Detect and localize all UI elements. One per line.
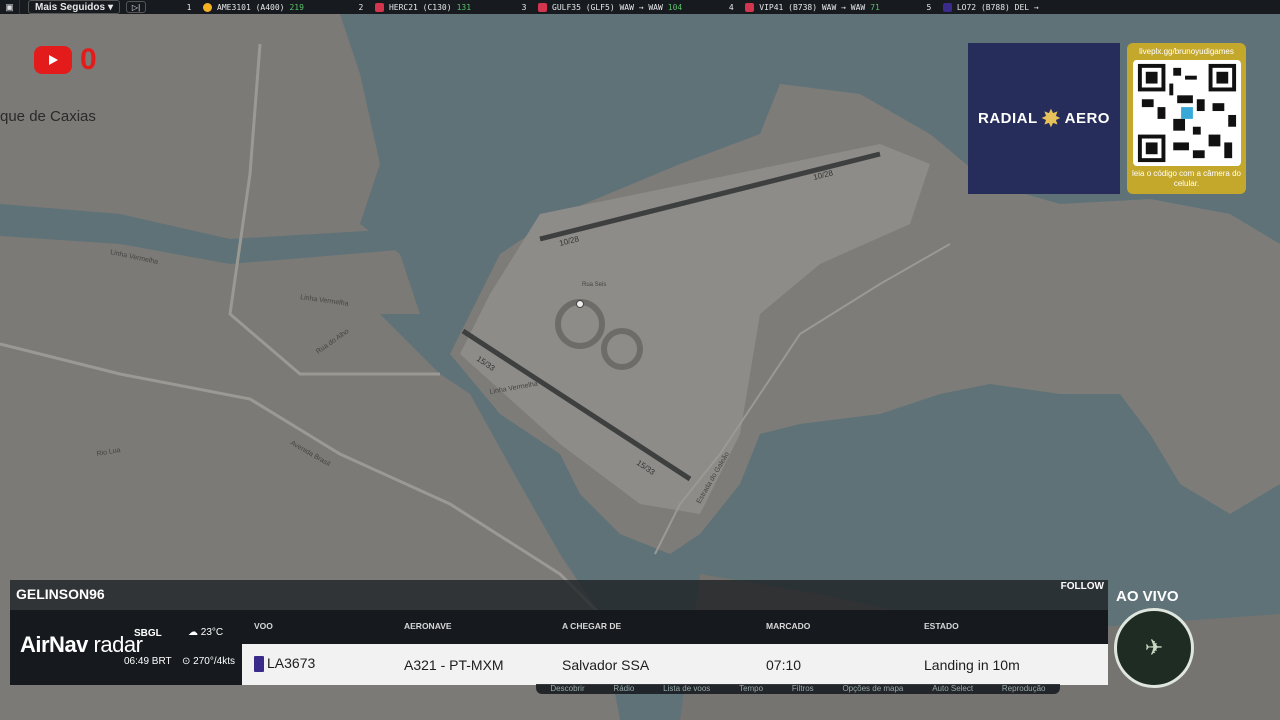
header-scheduled: MARCADO [766,621,811,631]
chevron-down-icon: ▾ [108,1,114,13]
airline-logo-icon [538,2,548,12]
airline-logo-icon [942,2,952,12]
followers-count: 71 [870,2,880,12]
callsign: HERC21 (C130) [388,2,452,12]
youtube-count: 0 [80,43,97,76]
youtube-icon [34,46,72,74]
qr-url: liveplx.gg/brunoyudigames [1139,47,1234,56]
flight-cell: LA3673 [254,655,316,673]
brand-name: AirNav [20,632,88,657]
ticker-flight-3[interactable]: 3 GULF35 (GLF5) WAW → WAW 104 [515,2,683,12]
top-ticker-bar: ▣ Mais Seguidos ▾ ▷| 1 AME3101 (A400) 21… [0,0,1280,14]
menu-item-flight-list[interactable]: Lista de voos [663,684,710,694]
followers-count: 219 [289,2,304,12]
compass-star-icon: ✸ [1041,105,1061,131]
header-status: ESTADO [924,621,959,631]
flight-board: AirNav radar SBGL 06:49 BRT ☁ 23°C ⊙ 270… [10,610,1108,685]
airline-logo-icon [745,2,755,12]
youtube-counter: 0 [34,43,97,77]
airnav-radar-logo: AirNav radar [20,632,143,658]
status-cell: Landing in 10m [924,657,1020,673]
sponsor-word-left: RADIAL [978,110,1038,127]
wind: ⊙ 270°/4kts [182,656,235,667]
qr-code-icon [1132,60,1241,166]
radar-menu-strip: Descobrir Rádio Lista de voos Tempo Filt… [536,684,1060,694]
rank: 4 [728,2,734,12]
rank: 2 [358,2,364,12]
followers-count: 131 [456,2,472,12]
menu-item-radio[interactable]: Rádio [613,684,634,694]
follow-button[interactable]: FOLLOW [1061,581,1104,592]
username-bar: GELINSON96 FOLLOW [10,580,1108,610]
ticker-flight-4[interactable]: 4 VIP41 (B738) WAW → WAW 71 [722,2,880,12]
airport-code: SBGL [134,628,162,639]
menu-item-playback[interactable]: Reprodução [1002,684,1046,694]
header-origin: A CHEGAR DE [562,621,622,631]
cloud-icon: ☁ [188,627,198,638]
callsign: VIP41 (B738) WAW → WAW [759,2,866,12]
ticker-flight-2[interactable]: 2 HERC21 (C130) 131 [352,2,472,12]
temperature-value: 23°C [200,627,224,638]
live-label: AO VIVO [1116,588,1179,605]
airport-pin-icon[interactable] [576,300,584,308]
flight-number: LA3673 [267,655,316,671]
local-time: 06:49 BRT [124,656,172,667]
filter-label: Mais Seguidos [35,1,106,13]
menu-item-weather[interactable]: Tempo [739,684,763,694]
skip-icon[interactable]: ▷| [126,1,147,13]
menu-item-auto-select[interactable]: Auto Select [932,684,973,694]
menu-item-discover[interactable]: Descobrir [550,684,584,694]
temperature: ☁ 23°C [188,627,223,638]
ticker-flight-5[interactable]: 5 LO72 (B788) DEL → [920,2,1039,12]
radial-aero-logo: RADIAL ✸ AERO [968,43,1120,194]
callsign: LO72 (B788) DEL → [956,2,1039,12]
flight-row[interactable]: LA3673 A321 - PT-MXM Salvador SSA 07:10 … [242,644,1108,685]
menu-icon[interactable]: ▣ [0,0,20,14]
wind-icon: ⊙ [182,656,191,667]
qr-code-panel: liveplx.gg/brunoyudigames leia o código … [1127,43,1246,194]
wind-value: 270°/4kts [193,656,235,667]
aircraft-cell: A321 - PT-MXM [404,657,504,673]
street-label: Rua Seis [582,282,606,288]
header-aircraft: AERONAVE [404,621,452,631]
stream-screen: ▣ Mais Seguidos ▾ ▷| 1 AME3101 (A400) 21… [0,0,1280,720]
filter-dropdown[interactable]: Mais Seguidos ▾ [28,0,121,14]
airline-logo-icon [203,2,213,12]
rank: 3 [521,2,527,12]
callsign: AME3101 (A400) [217,2,285,12]
menu-item-map-options[interactable]: Opções de mapa [842,684,903,694]
scheduled-cell: 07:10 [766,657,802,673]
menu-item-filters[interactable]: Filtros [792,684,814,694]
username: GELINSON96 [16,586,105,602]
callsign: GULF35 (GLF5) WAW → WAW [552,2,663,12]
sponsor-word-right: AERO [1064,110,1110,127]
channel-badge-icon: ✈ [1114,608,1194,688]
map-place-label: que de Caxias [0,108,96,125]
airline-logo-icon [374,2,384,12]
header-flight: VOO [254,621,273,631]
ticker-flight-1[interactable]: 1 AME3101 (A400) 219 [180,2,304,12]
qr-caption: leia o código com a câmera do celular. [1132,169,1241,188]
rank: 5 [926,2,932,12]
origin-cell: Salvador SSA [562,657,650,673]
followers-count: 104 [667,2,683,12]
rank: 1 [186,2,192,12]
airline-logo-icon [254,656,264,673]
